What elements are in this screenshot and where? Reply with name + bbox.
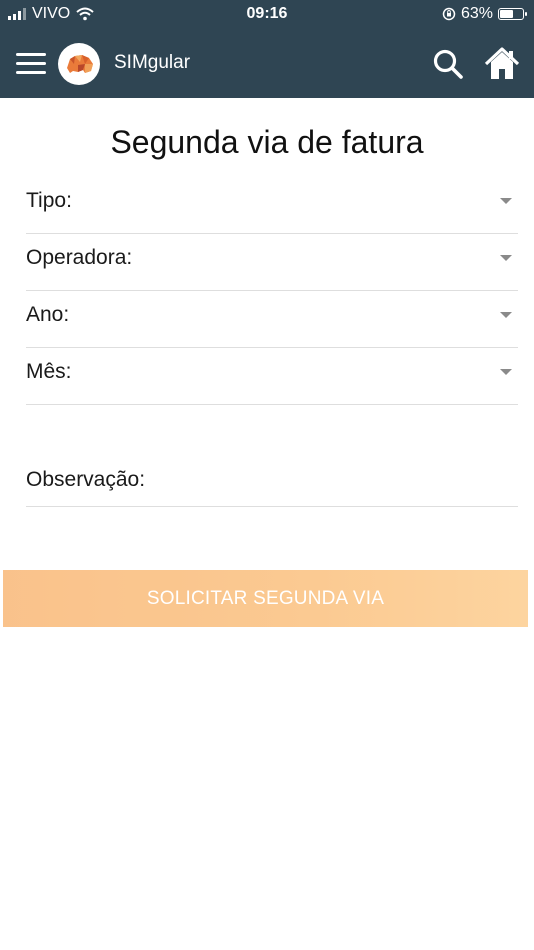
status-right: 63% xyxy=(442,5,527,23)
app-bar: SIMgular xyxy=(0,38,534,88)
caret-down-icon xyxy=(500,312,512,318)
app-title: SIMgular xyxy=(114,52,191,73)
request-second-copy-button[interactable]: SOLICITAR SEGUNDA VIA xyxy=(3,570,528,627)
battery-percent: 63% xyxy=(460,5,493,22)
mes-select[interactable]: Mês: xyxy=(26,348,518,405)
ano-label: Ano: xyxy=(26,303,70,326)
ano-select[interactable]: Ano: xyxy=(26,291,518,348)
status-bar: VIVO 09:16 63% xyxy=(0,0,534,30)
app-header: VIVO 09:16 63% SIMgular xyxy=(0,0,534,98)
observation-field[interactable]: Observação: xyxy=(26,452,518,507)
bear-logo-icon xyxy=(58,43,100,85)
operadora-label: Operadora: xyxy=(26,246,133,269)
caret-down-icon xyxy=(500,198,512,204)
caret-down-icon xyxy=(500,255,512,261)
tipo-select[interactable]: Tipo: xyxy=(26,177,518,234)
mes-label: Mês: xyxy=(26,360,72,383)
orientation-lock-icon xyxy=(442,7,456,21)
tipo-label: Tipo: xyxy=(26,189,72,212)
battery-level-fill xyxy=(500,10,513,18)
battery-icon xyxy=(498,8,527,20)
search-icon[interactable] xyxy=(430,46,466,82)
home-icon[interactable] xyxy=(484,46,520,82)
caret-down-icon xyxy=(500,369,512,375)
operadora-select[interactable]: Operadora: xyxy=(26,234,518,291)
hamburger-menu-icon[interactable] xyxy=(16,53,46,75)
page-title: Segunda via de fatura xyxy=(110,124,424,160)
observation-label: Observação: xyxy=(26,468,146,491)
